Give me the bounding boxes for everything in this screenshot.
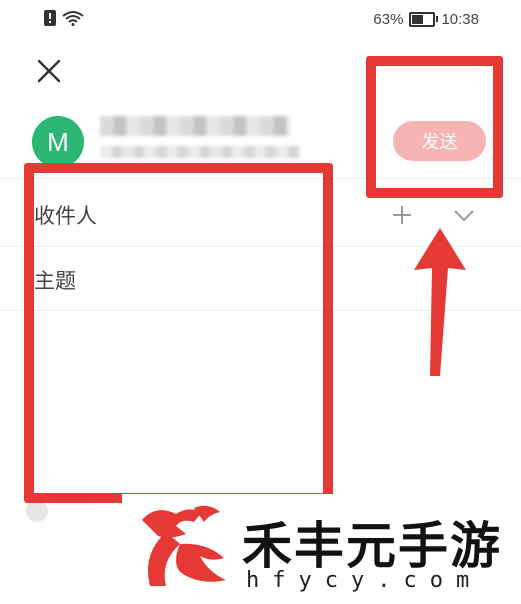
avatar-letter: M	[47, 126, 69, 157]
subject-field-label[interactable]: 主题	[34, 265, 76, 295]
brand-domain: hfycy.com	[246, 568, 483, 593]
close-icon[interactable]	[34, 56, 64, 86]
recipient-field-label[interactable]: 收件人	[34, 200, 97, 230]
send-button[interactable]: 发送	[393, 121, 486, 161]
battery-fill	[412, 15, 424, 24]
status-time: 10:38	[441, 11, 479, 28]
wifi-icon	[62, 11, 84, 26]
body-input[interactable]	[34, 320, 314, 490]
chevron-down-icon[interactable]	[452, 206, 476, 226]
brand-logo-icon	[142, 505, 226, 586]
sender-email-blurred	[100, 146, 300, 158]
alert-icon	[44, 10, 56, 26]
status-bar: 63% 10:38	[0, 0, 521, 40]
attachment-row[interactable]	[26, 500, 48, 522]
status-left	[44, 10, 84, 26]
plus-icon[interactable]	[390, 203, 414, 227]
sender-name-blurred	[100, 116, 290, 136]
divider	[0, 178, 521, 179]
send-button-label: 发送	[421, 132, 458, 153]
watermark: 禾丰元手游 hfycy.com	[122, 494, 521, 604]
arrow-up-icon	[414, 228, 466, 376]
attachment-icon	[26, 500, 48, 522]
status-right: 63% 10:38	[373, 11, 479, 28]
avatar: M	[32, 116, 84, 168]
battery-icon	[409, 12, 439, 27]
battery-percent: 63%	[373, 11, 404, 28]
